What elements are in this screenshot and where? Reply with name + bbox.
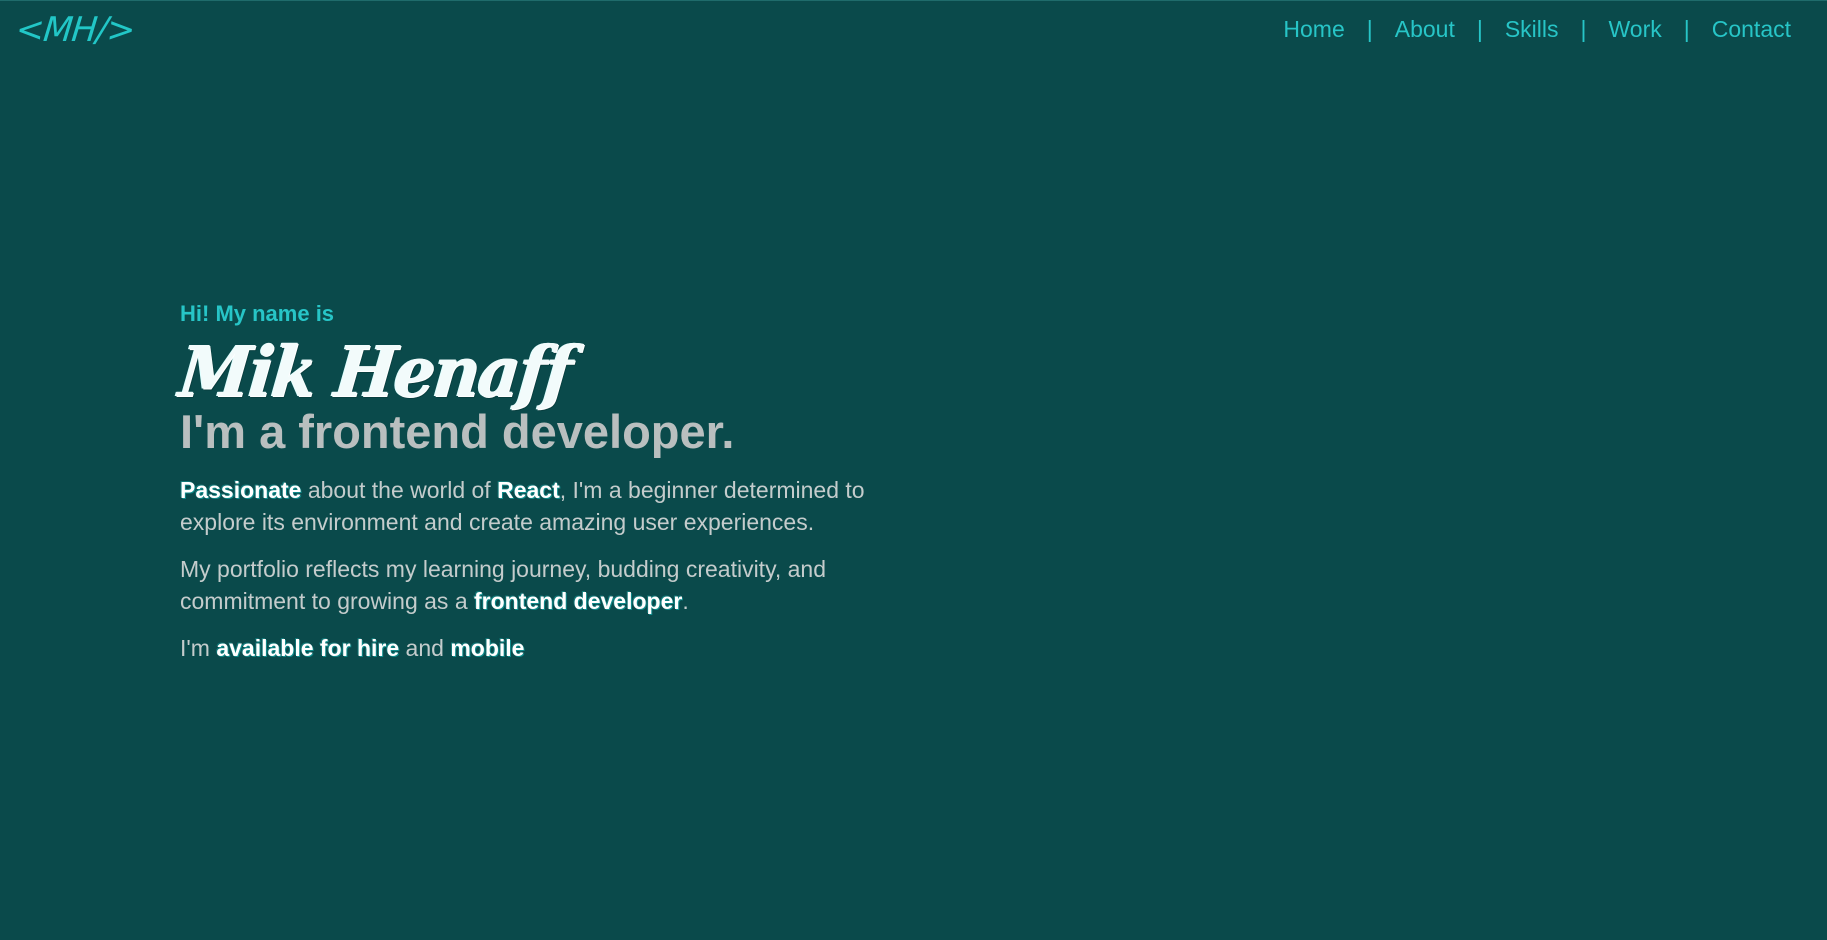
intro-text: about the world of xyxy=(301,477,498,503)
nav-home-link[interactable]: Home xyxy=(1283,14,1344,44)
site-logo[interactable]: <MH/> xyxy=(14,10,137,50)
top-border xyxy=(0,0,1827,1)
portfolio-text: . xyxy=(682,588,689,614)
availability-text: and xyxy=(399,635,451,661)
main-nav: Home | About | Skills | Work | Contact xyxy=(1283,14,1791,44)
highlight-passionate: Passionate xyxy=(180,477,302,503)
highlight-available-for-hire: available for hire xyxy=(216,635,400,661)
intro-paragraph: Passionate about the world of React, I'm… xyxy=(180,474,880,538)
nav-separator: | xyxy=(1366,16,1373,42)
highlight-frontend-developer: frontend developer xyxy=(474,588,683,614)
portfolio-paragraph: My portfolio reflects my learning journe… xyxy=(180,553,880,617)
nav-contact-link[interactable]: Contact xyxy=(1712,14,1791,44)
nav-separator: | xyxy=(1476,16,1483,42)
hero-greeting: Hi! My name is xyxy=(180,301,335,326)
nav-about-link[interactable]: About xyxy=(1395,14,1455,44)
availability-paragraph: I'm available for hire and mobile xyxy=(180,632,880,664)
availability-text: I'm xyxy=(180,635,217,661)
nav-separator: | xyxy=(1580,16,1587,42)
highlight-mobile: mobile xyxy=(450,635,525,661)
hero-section: Hi! My name is Mik Henaff I'm a frontend… xyxy=(176,300,880,664)
highlight-react: React xyxy=(497,477,560,503)
nav-skills-link[interactable]: Skills xyxy=(1505,14,1559,44)
nav-separator: | xyxy=(1683,16,1690,42)
hero-name: Mik Henaff xyxy=(175,330,575,413)
nav-work-link[interactable]: Work xyxy=(1609,14,1662,44)
